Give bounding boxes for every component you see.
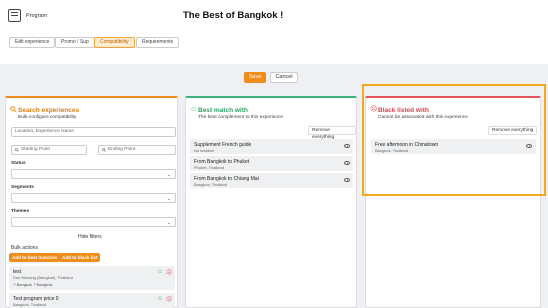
cancel-button[interactable]: Cancel <box>270 72 298 83</box>
item-subtitle: No location <box>194 148 215 153</box>
save-button[interactable]: Save <box>244 72 266 83</box>
segments-select[interactable]: ⌄ <box>11 193 176 203</box>
remove-everything-button[interactable]: Remove everything <box>308 126 356 140</box>
chevron-down-icon: ⌄ <box>166 196 171 202</box>
add-black-icon[interactable]: ☹ <box>166 296 172 303</box>
best-match-panel: ☺ Best match with The best complement to… <box>185 96 357 308</box>
ending-point-placeholder: Ending Point <box>108 147 136 152</box>
page-title: The Best of Bangkok ! <box>183 10 284 21</box>
best-title: Best match with <box>198 107 248 114</box>
search-icon <box>15 148 19 152</box>
item-subtitle: Bangkok, Thailand <box>13 302 47 307</box>
eye-icon[interactable] <box>344 144 350 148</box>
themes-label: Themes <box>11 209 30 214</box>
highlight-box <box>362 84 546 196</box>
list-item: Supplement French guide No location <box>190 139 353 154</box>
list-item[interactable]: Test program price 0 Bangkok, Thailand ☺… <box>9 293 175 308</box>
list-item[interactable]: test Don Mueang (Bangkok), Thailand ⚐Ban… <box>9 266 175 290</box>
header: Program The Best of Bangkok ! Edit exper… <box>0 0 548 64</box>
hide-filters-link[interactable]: Hide filters <box>78 234 102 240</box>
list-item: From Bangkok to Chiang Mai Bangkok, Thai… <box>190 173 353 188</box>
themes-select[interactable]: ⌄ <box>11 217 176 227</box>
segments-label: Segments <box>11 185 34 190</box>
chevron-down-icon: ⌄ <box>166 172 171 178</box>
item-subtitle: Phuket, Thailand <box>194 165 224 170</box>
tab-edit-experience[interactable]: Edit experience <box>9 37 56 48</box>
status-select[interactable]: ⌄ <box>11 169 176 179</box>
search-subtitle: Bulk-configure compatibility <box>18 115 77 120</box>
starting-point-placeholder: Starting Point <box>21 147 50 152</box>
add-best-icon[interactable]: ☺ <box>157 269 163 275</box>
ending-point-input[interactable]: Ending Point <box>98 145 176 155</box>
add-black-icon[interactable]: ☹ <box>166 269 172 276</box>
tab-requirements[interactable]: Requirements <box>136 37 180 48</box>
tab-compatibility[interactable]: Compatibility <box>94 37 135 48</box>
location-input[interactable]: Location, Experience Name <box>11 127 176 137</box>
add-to-best-matches-button[interactable]: Add to best matches <box>9 253 61 262</box>
item-subtitle: Don Mueang (Bangkok), Thailand <box>13 275 73 280</box>
item-subtitle: Bangkok, Thailand <box>194 182 228 187</box>
add-to-black-list-button[interactable]: Add to black list <box>59 253 101 262</box>
chevron-down-icon: ⌄ <box>166 220 171 226</box>
program-label: Program <box>26 13 48 19</box>
tab-promo-sup[interactable]: Promo / Sup <box>55 37 95 48</box>
add-best-icon[interactable]: ☺ <box>157 296 163 302</box>
search-title: Search experiences <box>18 107 80 114</box>
bulk-actions-label: Bulk actions <box>11 245 38 251</box>
smile-icon: ☺ <box>190 106 198 113</box>
list-item: From Bangkok to Phuket Phuket, Thailand <box>190 156 353 171</box>
best-subtitle: The best complement to this experience <box>198 115 284 120</box>
eye-icon[interactable] <box>344 161 350 165</box>
status-label: Status <box>11 161 26 166</box>
starting-point-input[interactable]: Starting Point <box>11 145 87 155</box>
program-icon <box>8 9 21 22</box>
search-panel: Search experiences Bulk-configure compat… <box>5 96 178 308</box>
item-tag: Bangkok <box>36 282 53 287</box>
item-tags: ⚐Bangkok ⚐Bangkok <box>13 282 52 287</box>
search-icon <box>102 148 106 152</box>
item-tag: Bangkok <box>16 282 33 287</box>
eye-icon[interactable] <box>344 178 350 182</box>
search-icon <box>10 106 17 113</box>
